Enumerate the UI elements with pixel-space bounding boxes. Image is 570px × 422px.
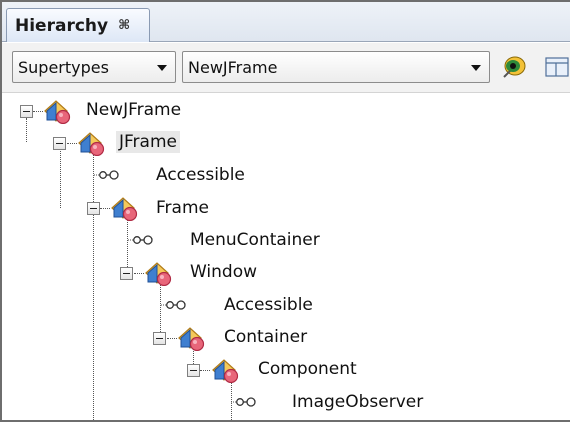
class-icon (76, 130, 106, 156)
collapse-toggle-icon[interactable] (53, 137, 66, 150)
tree-node-label: Component (258, 359, 357, 379)
tab-hierarchy[interactable]: Hierarchy ⌘ (6, 8, 150, 42)
tree-node-label: Accessible (224, 295, 313, 315)
interface-icon (161, 299, 187, 311)
collapse-toggle-icon[interactable] (187, 364, 200, 377)
hierarchy-tree: NewJFrame JFrame Accessible Frame MenuCo… (2, 94, 570, 420)
tree-node-label: Window (190, 262, 258, 282)
class-icon (210, 357, 240, 383)
class-icon (42, 98, 72, 124)
close-icon[interactable]: ⌘ (118, 18, 130, 33)
tree-node-label: MenuContainer (190, 230, 320, 250)
chevron-down-icon[interactable] (471, 65, 481, 71)
class-icon (176, 325, 206, 351)
tree-node-label: Frame (156, 198, 209, 218)
tree-connector (60, 151, 61, 208)
interface-icon (231, 396, 257, 408)
class-icon (143, 260, 173, 286)
tab-bar: Hierarchy ⌘ (2, 2, 570, 42)
tree-node-label: ImageObserver (292, 392, 424, 412)
tree-node-label: Container (224, 327, 308, 347)
tree-node-label: JFrame (116, 131, 180, 153)
tree-node-label: Accessible (156, 165, 245, 185)
tree-connector (200, 370, 210, 371)
hierarchy-mode-select[interactable]: Supertypes (12, 51, 176, 83)
collapse-toggle-icon[interactable] (87, 202, 100, 215)
hierarchy-mode-value: Supertypes (18, 57, 109, 77)
tree-connector (93, 151, 94, 420)
tree-node-label: NewJFrame (86, 100, 182, 120)
class-select-value: NewJFrame (188, 57, 278, 77)
chevron-down-icon[interactable] (157, 65, 167, 71)
interface-icon (94, 169, 120, 181)
collapse-toggle-icon[interactable] (120, 267, 133, 280)
interface-icon (128, 234, 154, 246)
tree-connector (26, 118, 27, 142)
view-layout-icon[interactable] (544, 55, 570, 79)
class-select[interactable]: NewJFrame (182, 51, 490, 83)
collapse-toggle-icon[interactable] (20, 105, 33, 118)
eye-icon[interactable] (501, 55, 527, 79)
class-icon (109, 195, 139, 221)
tab-title: Hierarchy (15, 15, 109, 36)
collapse-toggle-icon[interactable] (153, 332, 166, 345)
hierarchy-window: Hierarchy ⌘ Supertypes NewJFrame NewJFra… (0, 0, 570, 422)
toolbar: Supertypes NewJFrame (2, 43, 570, 93)
